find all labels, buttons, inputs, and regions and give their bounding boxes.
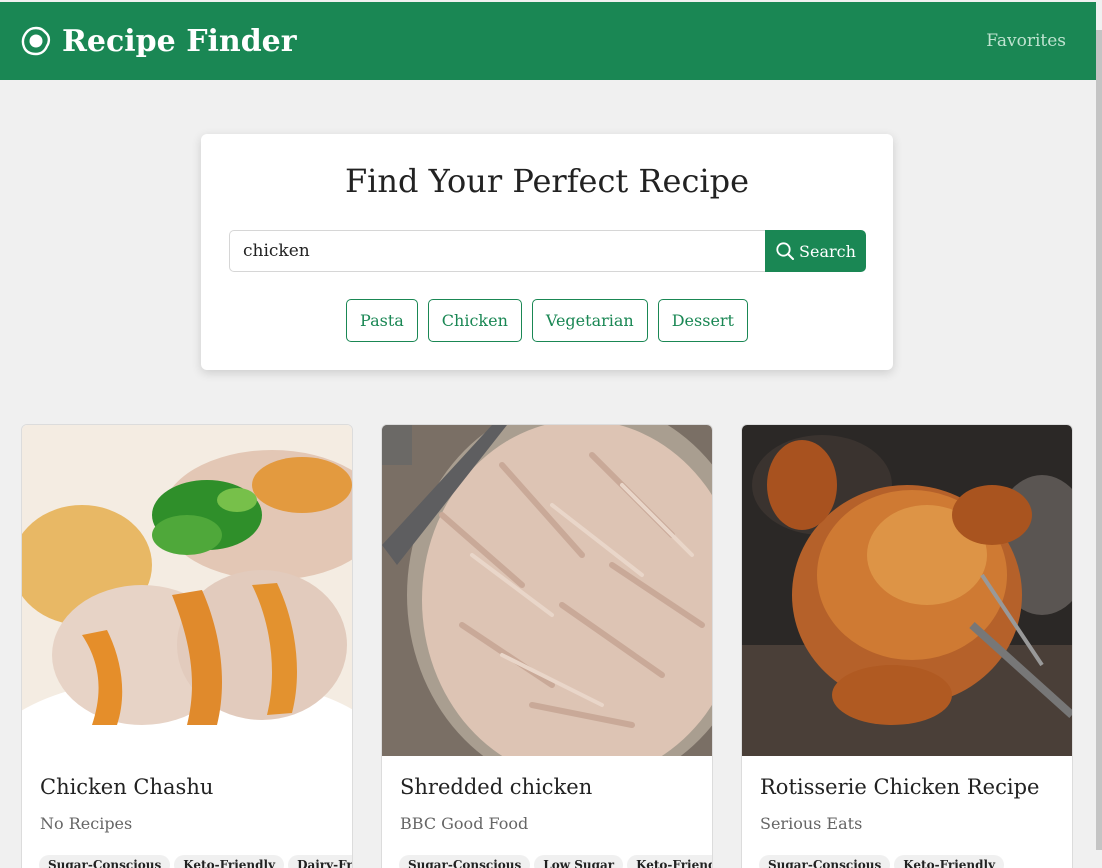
quick-filter-vegetarian[interactable]: Vegetarian	[531, 299, 648, 342]
recipe-image[interactable]	[382, 425, 712, 756]
recipe-tag: Sugar-Conscious	[759, 855, 891, 868]
fried-egg-icon	[21, 26, 51, 56]
app-title: Recipe Finder	[62, 23, 297, 59]
recipe-tag: Low Sugar	[534, 855, 624, 868]
recipe-card[interactable]: Rotisserie Chicken Recipe Serious Eats S…	[741, 424, 1073, 868]
favorites-link[interactable]: Favorites	[986, 31, 1066, 51]
search-input[interactable]	[229, 230, 766, 272]
recipe-tags: Sugar-Conscious Keto-Friendly Dairy-Free	[39, 855, 352, 868]
recipe-tag: Sugar-Conscious	[399, 855, 531, 868]
quick-filter-dessert[interactable]: Dessert	[657, 299, 748, 342]
recipe-source: Serious Eats	[760, 814, 863, 833]
recipe-title[interactable]: Shredded chicken	[400, 775, 592, 799]
recipe-card[interactable]: Chicken Chashu No Recipes Sugar-Consciou…	[21, 424, 353, 868]
search-button-label: Search	[799, 241, 856, 261]
recipe-title[interactable]: Rotisserie Chicken Recipe	[760, 775, 1039, 799]
page-scrollbar[interactable]	[1096, 0, 1102, 868]
recipe-card[interactable]: Shredded chicken BBC Good Food Sugar-Con…	[381, 424, 713, 868]
recipe-title[interactable]: Chicken Chashu	[40, 775, 213, 799]
scrollbar-thumb[interactable]	[1096, 30, 1102, 850]
recipe-tags: Sugar-Conscious Keto-Friendly	[759, 855, 1005, 868]
recipe-tag: Sugar-Conscious	[39, 855, 171, 868]
quick-filter-chicken[interactable]: Chicken	[427, 299, 522, 342]
quick-filter-pasta[interactable]: Pasta	[346, 299, 418, 342]
brand[interactable]: Recipe Finder	[20, 24, 297, 59]
quick-filter-row: Pasta Chicken Vegetarian Dessert	[201, 299, 893, 342]
search-card: Find Your Perfect Recipe Search Pasta Ch…	[201, 134, 893, 370]
recipe-source: BBC Good Food	[400, 814, 529, 833]
recipe-tags: Sugar-Conscious Low Sugar Keto-Friendly	[399, 855, 712, 868]
recipe-image[interactable]	[22, 425, 352, 756]
search-icon	[776, 242, 795, 260]
navbar: Recipe Finder Favorites	[0, 2, 1096, 80]
recipe-tag: Keto-Friendly	[894, 855, 1005, 868]
recipe-image[interactable]	[742, 425, 1072, 756]
recipe-tag: Dairy-Free	[288, 855, 352, 868]
search-button[interactable]: Search	[765, 230, 866, 272]
recipe-tag: Keto-Friendly	[174, 855, 285, 868]
recipe-source: No Recipes	[40, 814, 133, 833]
search-heading: Find Your Perfect Recipe	[344, 162, 750, 200]
recipe-tag: Keto-Friendly	[627, 855, 712, 868]
